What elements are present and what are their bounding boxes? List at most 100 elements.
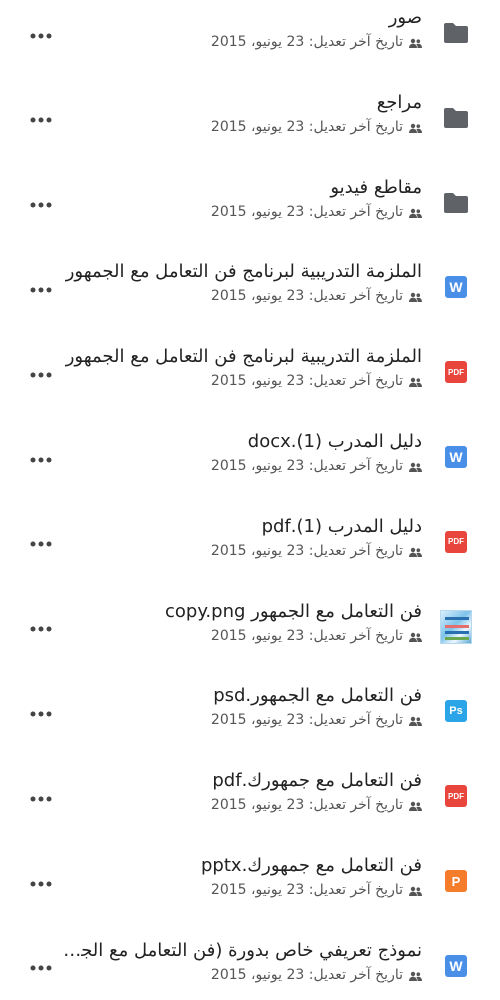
file-title: فن التعامل مع الجمهور copy.png: [165, 600, 422, 622]
more-options-button[interactable]: [28, 20, 54, 46]
shared-people-icon: [409, 459, 422, 477]
file-row[interactable]: مقاطع فيديو تاريخ آخر تعديل: 23 يونيو، 20…: [0, 170, 500, 254]
file-text: صور تاريخ آخر تعديل: 23 يونيو، 2015: [62, 6, 422, 53]
file-row[interactable]: صور تاريخ آخر تعديل: 23 يونيو، 2015: [0, 0, 500, 84]
modified-label: تاريخ آخر تعديل:: [304, 797, 403, 814]
file-title: فن التعامل مع جمهورك.pptx: [201, 855, 422, 876]
more-options-button[interactable]: [28, 444, 54, 470]
file-meta: تاريخ آخر تعديل: 23 يونيو، 2015: [62, 203, 422, 223]
file-row[interactable]: Ps فن التعامل مع الجمهور.psd تاريخ آخر تعد…: [0, 678, 500, 762]
file-title: الملزمة التدريبية لبرنامج فن التعامل مع …: [65, 346, 422, 368]
file-meta: تاريخ آخر تعديل: 23 يونيو، 2015: [62, 881, 422, 901]
modified-date: 23 يونيو، 2015: [210, 712, 305, 729]
more-options-button[interactable]: [28, 274, 54, 300]
modified-date: 23 يونيو، 2015: [210, 542, 305, 559]
word-file-icon: W: [440, 441, 472, 473]
file-meta: تاريخ آخر تعديل: 23 يونيو، 2015: [62, 33, 422, 53]
more-dots-icon: [30, 363, 52, 382]
folder-icon: [440, 102, 472, 134]
file-meta: تاريخ آخر تعديل: 23 يونيو، 2015: [62, 966, 422, 986]
modified-label: تاريخ آخر تعديل:: [304, 712, 403, 729]
modified-label: تاريخ آخر تعديل:: [304, 288, 403, 305]
more-options-button[interactable]: [28, 868, 54, 894]
modified-date: 23 يونيو، 2015: [210, 118, 305, 135]
more-options-button[interactable]: [28, 359, 54, 385]
modified-label: تاريخ آخر تعديل:: [304, 203, 403, 220]
file-meta: تاريخ آخر تعديل: 23 يونيو، 2015: [62, 796, 422, 816]
modified-label: تاريخ آخر تعديل:: [304, 373, 403, 390]
folder-icon: [440, 187, 472, 219]
file-title: دليل المدرب (1).docx: [247, 431, 422, 452]
more-options-button[interactable]: [28, 783, 54, 809]
file-meta: تاريخ آخر تعديل: 23 يونيو، 2015: [62, 372, 422, 392]
file-meta: تاريخ آخر تعديل: 23 يونيو، 2015: [62, 457, 422, 477]
file-row[interactable]: W الملزمة التدريبية لبرنامج فن التعامل مع…: [0, 254, 500, 338]
file-text: فن التعامل مع جمهورك.pptx تاريخ آخر تعديل…: [62, 854, 422, 901]
file-text: فن التعامل مع جمهورك.pdf تاريخ آخر تعديل:…: [62, 769, 422, 816]
file-row[interactable]: فن التعامل مع الجمهور copy.png تاريخ آخر …: [0, 594, 500, 678]
more-options-button[interactable]: [28, 698, 54, 724]
file-text: نموذج تعريفي خاص بدورة (فن التعامل مع ال…: [62, 939, 422, 986]
more-dots-icon: [30, 532, 52, 551]
file-title: دليل المدرب (1).pdf: [261, 515, 422, 537]
more-dots-icon: [30, 24, 52, 43]
more-options-button[interactable]: [28, 529, 54, 555]
file-row[interactable]: PDF الملزمة التدريبية لبرنامج فن التعامل …: [0, 339, 500, 423]
modified-label: تاريخ آخر تعديل:: [304, 118, 403, 135]
file-title: الملزمة التدريبية لبرنامج فن التعامل مع …: [65, 261, 422, 283]
modified-label: تاريخ آخر تعديل:: [304, 627, 403, 644]
file-title: صور: [388, 7, 422, 28]
modified-date: 23 يونيو، 2015: [210, 882, 305, 898]
more-dots-icon: [30, 617, 52, 636]
more-dots-icon: [30, 278, 52, 297]
modified-date: 23 يونيو، 2015: [210, 627, 305, 644]
more-options-button[interactable]: [28, 614, 54, 640]
file-text: مراجع تاريخ آخر تعديل: 23 يونيو، 2015: [62, 91, 422, 138]
pdf-file-icon: PDF: [440, 780, 472, 812]
file-meta: تاريخ آخر تعديل: 23 يونيو، 2015: [62, 711, 422, 731]
modified-date: 23 يونيو، 2015: [210, 458, 305, 474]
more-dots-icon: [30, 108, 52, 127]
modified-label: تاريخ آخر تعديل:: [304, 458, 403, 474]
file-row[interactable]: PDF دليل المدرب (1).pdf تاريخ آخر تعديل: 2…: [0, 509, 500, 593]
pdf-file-icon: PDF: [440, 356, 472, 388]
shared-people-icon: [409, 629, 422, 647]
more-dots-icon: [30, 787, 52, 806]
modified-date: 23 يونيو، 2015: [210, 373, 305, 390]
word-file-icon: W: [440, 950, 472, 982]
shared-people-icon: [409, 544, 422, 562]
file-text: مقاطع فيديو تاريخ آخر تعديل: 23 يونيو، 20…: [62, 176, 422, 223]
modified-label: تاريخ آخر تعديل:: [304, 34, 403, 50]
file-text: الملزمة التدريبية لبرنامج فن التعامل مع …: [62, 260, 422, 307]
file-text: فن التعامل مع الجمهور copy.png تاريخ آخر …: [62, 600, 422, 647]
file-row[interactable]: مراجع تاريخ آخر تعديل: 23 يونيو، 2015: [0, 85, 500, 169]
file-text: دليل المدرب (1).pdf تاريخ آخر تعديل: 23 ي…: [62, 515, 422, 562]
shared-people-icon: [409, 205, 422, 223]
file-text: الملزمة التدريبية لبرنامج فن التعامل مع …: [62, 345, 422, 392]
shared-people-icon: [409, 713, 422, 731]
modified-label: تاريخ آخر تعديل:: [304, 542, 403, 559]
modified-date: 23 يونيو، 2015: [210, 288, 305, 305]
more-dots-icon: [30, 956, 52, 975]
file-row[interactable]: PDF فن التعامل مع جمهورك.pdf تاريخ آخر تعد…: [0, 763, 500, 847]
file-meta: تاريخ آخر تعديل: 23 يونيو، 2015: [62, 542, 422, 562]
more-dots-icon: [30, 702, 52, 721]
more-options-button[interactable]: [28, 953, 54, 979]
powerpoint-file-icon: P: [440, 865, 472, 897]
file-title: مقاطع فيديو: [330, 176, 422, 198]
file-row[interactable]: W نموذج تعريفي خاص بدورة (فن التعامل مع ا…: [0, 933, 500, 1000]
file-meta: تاريخ آخر تعديل: 23 يونيو، 2015: [62, 287, 422, 307]
file-row[interactable]: W دليل المدرب (1).docx تاريخ آخر تعديل: 23…: [0, 424, 500, 508]
file-row[interactable]: P فن التعامل مع جمهورك.pptx تاريخ آخر تعدي…: [0, 848, 500, 932]
pdf-file-icon: PDF: [440, 526, 472, 558]
more-dots-icon: [30, 448, 52, 467]
more-options-button[interactable]: [28, 105, 54, 131]
file-title: فن التعامل مع جمهورك.pdf: [212, 770, 422, 792]
file-meta: تاريخ آخر تعديل: 23 يونيو، 2015: [62, 118, 422, 138]
modified-date: 23 يونيو، 2015: [210, 966, 305, 983]
more-options-button[interactable]: [28, 190, 54, 216]
modified-date: 23 يونيو، 2015: [210, 34, 305, 50]
modified-label: تاريخ آخر تعديل:: [304, 882, 403, 898]
shared-people-icon: [409, 374, 422, 392]
image-thumbnail-icon: [440, 609, 472, 644]
